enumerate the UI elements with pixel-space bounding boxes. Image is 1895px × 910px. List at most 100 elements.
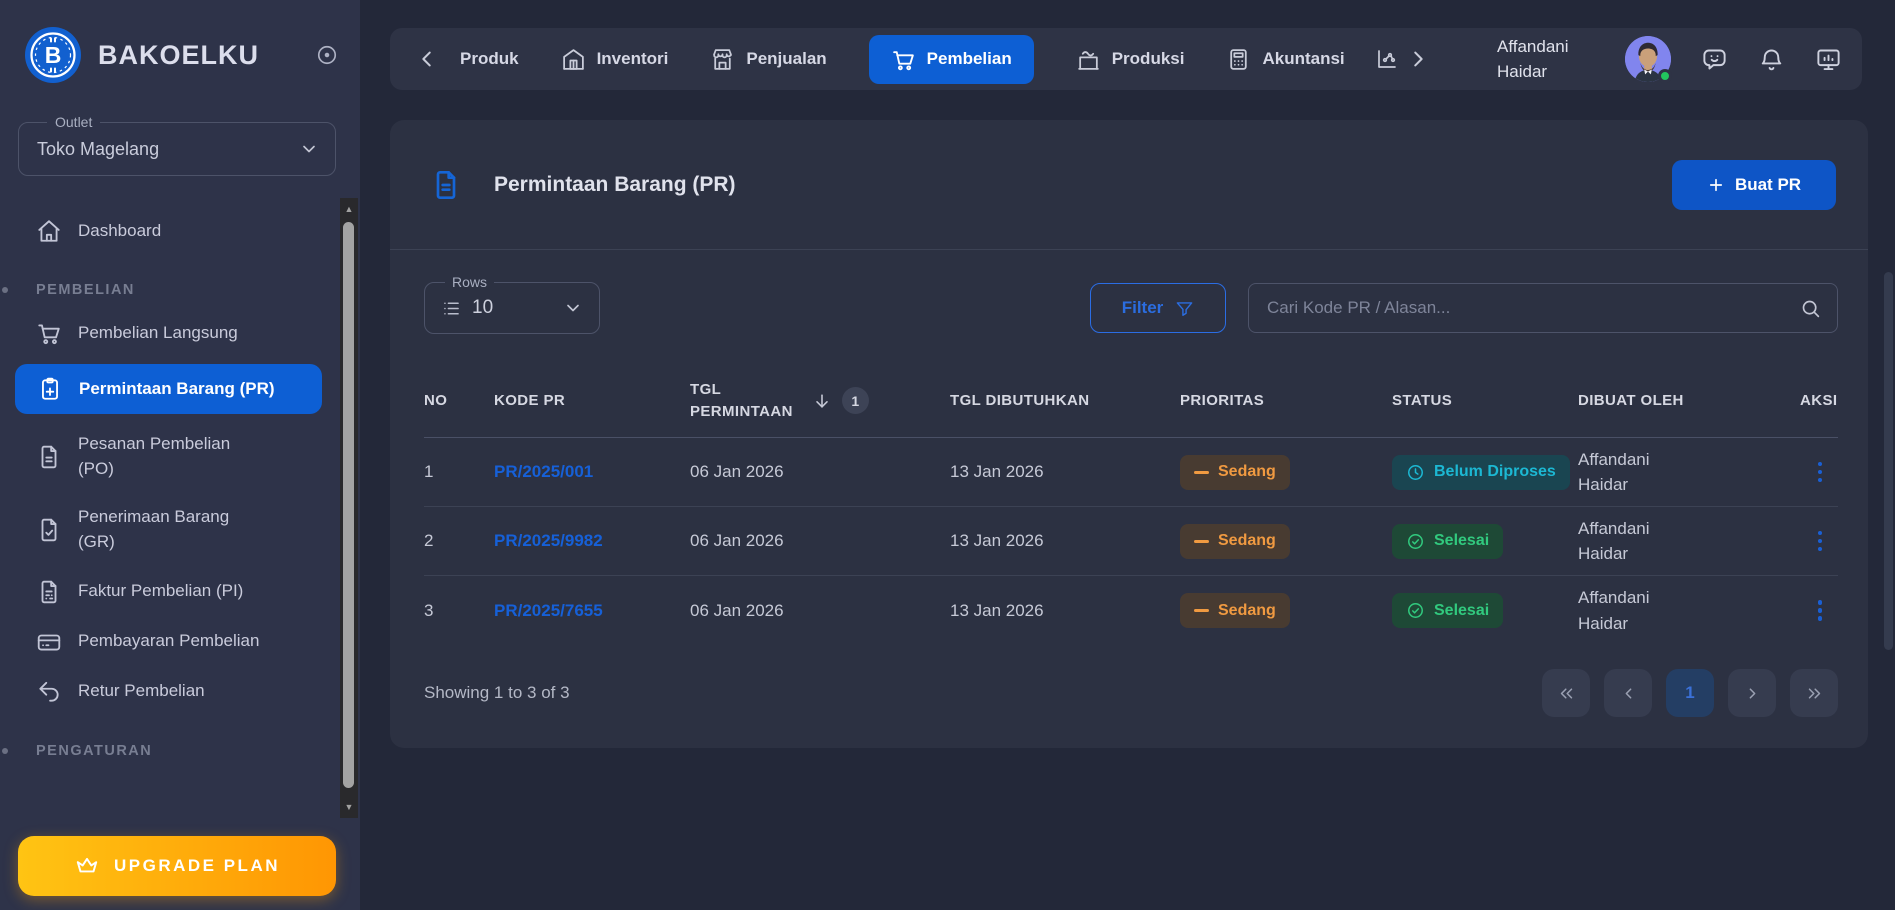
home-icon [36, 218, 62, 244]
create-pr-button[interactable]: Buat PR [1672, 160, 1836, 210]
status-badge: Selesai [1392, 524, 1503, 559]
rows-per-page-select[interactable]: Rows 10 [424, 282, 600, 334]
sidebar-item-pembelian-langsung[interactable]: Pembelian Langsung [0, 308, 340, 358]
user-avatar[interactable] [1625, 36, 1671, 82]
credit-card-icon [36, 629, 62, 655]
cell-tgl-permintaan: 06 Jan 2026 [690, 601, 950, 621]
file-check-icon [36, 517, 62, 543]
document-icon [430, 169, 462, 201]
circle-dot-icon[interactable] [316, 44, 338, 66]
monitor-chart-icon[interactable] [1815, 46, 1842, 73]
filter-button[interactable]: Filter [1090, 283, 1226, 333]
search-icon[interactable] [1800, 298, 1821, 319]
chat-smile-icon[interactable] [1701, 46, 1728, 73]
row-actions-kebab-icon[interactable] [1800, 591, 1840, 631]
search-input[interactable] [1249, 284, 1837, 332]
sidebar-item-dashboard[interactable]: Dashboard [0, 206, 340, 256]
nav-item-pembelian[interactable]: Pembelian [869, 35, 1034, 84]
sidebar-section-pengaturan: PENGATURAN [0, 743, 340, 759]
pr-code-link[interactable]: PR/2025/9982 [494, 531, 603, 550]
brand: B BAKOELKU [0, 0, 360, 84]
nav-item-inventori[interactable]: Inventori [561, 47, 669, 72]
chart-icon[interactable] [1375, 47, 1399, 71]
cell-dibuat-oleh: Affandani Haidar [1578, 516, 1690, 567]
sort-desc-icon[interactable] [812, 391, 832, 411]
nav-overflow [1375, 47, 1429, 71]
top-navigation-bar: Produk Inventori Penjualan Pembelian Pro… [390, 28, 1862, 90]
scroll-down-icon[interactable]: ▼ [340, 798, 358, 816]
sidebar-item-penerimaan-barang[interactable]: Penerimaan Barang (GR) [0, 493, 340, 566]
nav-item-produk[interactable]: Produk [460, 49, 519, 69]
next-page-button[interactable] [1728, 669, 1776, 717]
cell-tgl-permintaan: 06 Jan 2026 [690, 531, 950, 551]
col-header-kode-pr: KODE PR [494, 392, 690, 409]
sidebar-item-label: Permintaan Barang (PR) [79, 377, 275, 402]
dash-icon [1194, 609, 1209, 612]
search-box [1248, 283, 1838, 333]
dash-icon [1194, 540, 1209, 543]
cell-no: 1 [424, 462, 494, 482]
return-arrow-icon [36, 679, 62, 705]
outlet-select[interactable]: Outlet Toko Magelang [18, 122, 336, 176]
sidebar-item-label: Penerimaan Barang (GR) [78, 505, 262, 554]
cart-icon [36, 320, 62, 346]
sidebar-item-pesanan-pembelian[interactable]: Pesanan Pembelian (PO) [0, 420, 340, 493]
col-header-status: STATUS [1392, 392, 1578, 409]
row-actions-kebab-icon[interactable] [1800, 452, 1840, 492]
pr-code-link[interactable]: PR/2025/001 [494, 462, 593, 481]
upgrade-plan-label: UPGRADE PLAN [114, 856, 280, 876]
sidebar: B BAKOELKU Outlet Toko Magelang Dashboar… [0, 0, 360, 910]
plus-icon [1707, 176, 1725, 194]
online-status-dot [1658, 69, 1672, 83]
svg-text:B: B [45, 42, 62, 68]
factory-icon [1076, 47, 1101, 72]
sidebar-scrollbar-thumb[interactable] [343, 222, 354, 788]
status-badge: Belum Diproses [1392, 455, 1570, 490]
scroll-up-icon[interactable]: ▲ [340, 200, 358, 218]
priority-badge: Sedang [1180, 524, 1290, 559]
sidebar-scrollbar[interactable]: ▲ ▼ [340, 198, 358, 818]
sidebar-item-pembayaran-pembelian[interactable]: Pembayaran Pembelian [0, 617, 340, 667]
file-lines-icon [36, 579, 62, 605]
nav-item-label: Produksi [1112, 49, 1185, 69]
list-icon [441, 298, 462, 319]
crown-icon [74, 853, 100, 879]
last-page-button[interactable] [1790, 669, 1838, 717]
nav-item-penjualan[interactable]: Penjualan [710, 47, 826, 72]
rows-label: Rows [445, 274, 494, 290]
col-header-prioritas: PRIORITAS [1180, 392, 1392, 409]
sidebar-item-retur-pembelian[interactable]: Retur Pembelian [0, 667, 340, 717]
brand-name: BAKOELKU [98, 40, 259, 71]
current-page-button[interactable]: 1 [1666, 669, 1714, 717]
calculator-icon [1226, 47, 1251, 72]
sidebar-item-label: Pembayaran Pembelian [78, 629, 259, 654]
upgrade-plan-button[interactable]: UPGRADE PLAN [18, 836, 336, 896]
chevron-down-icon [299, 139, 319, 159]
page-scrollbar-thumb[interactable] [1884, 272, 1893, 650]
nav-items: Produk Inventori Penjualan Pembelian Pro… [460, 35, 1345, 84]
sidebar-section-pembelian: PEMBELIAN [0, 282, 340, 298]
chevron-down-icon [563, 298, 583, 318]
nav-item-label: Pembelian [927, 49, 1012, 69]
clock-icon [1406, 463, 1425, 482]
cell-tgl-dibutuhkan: 13 Jan 2026 [950, 462, 1180, 482]
status-badge: Selesai [1392, 593, 1503, 628]
prev-page-button[interactable] [1604, 669, 1652, 717]
chevron-left-icon[interactable] [416, 48, 438, 70]
row-actions-kebab-icon[interactable] [1800, 521, 1840, 561]
first-page-button[interactable] [1542, 669, 1590, 717]
nav-item-produksi[interactable]: Produksi [1076, 47, 1185, 72]
outlet-value: Toko Magelang [37, 139, 159, 160]
pr-table: NO KODE PR TGL PERMINTAAN 1 TGL DIBUTUHK… [424, 364, 1838, 645]
bell-icon[interactable] [1758, 46, 1785, 73]
rows-value: 10 [472, 297, 493, 319]
sidebar-item-permintaan-barang[interactable]: Permintaan Barang (PR) [15, 364, 322, 414]
chevron-right-icon[interactable] [1407, 48, 1429, 70]
nav-item-akuntansi[interactable]: Akuntansi [1226, 47, 1344, 72]
sidebar-item-faktur-pembelian[interactable]: Faktur Pembelian (PI) [0, 567, 340, 617]
pr-code-link[interactable]: PR/2025/7655 [494, 601, 603, 620]
clipboard-plus-icon [37, 376, 63, 402]
col-header-tgl-permintaan[interactable]: TGL PERMINTAAN 1 [690, 379, 950, 423]
cart-icon [891, 47, 916, 72]
create-pr-label: Buat PR [1735, 175, 1801, 195]
